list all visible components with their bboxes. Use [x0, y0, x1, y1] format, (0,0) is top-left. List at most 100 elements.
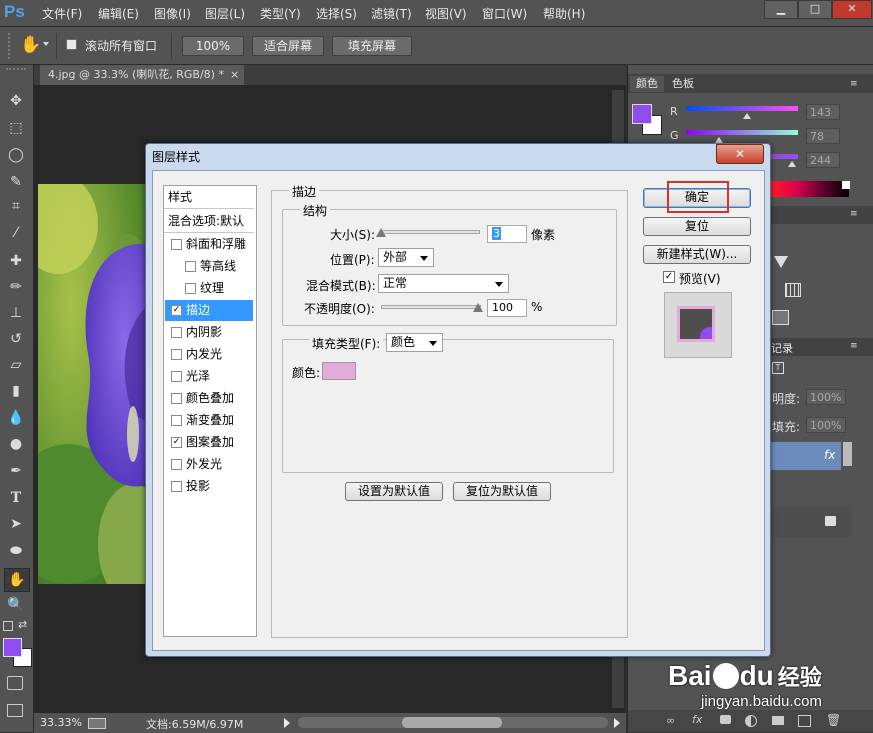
style-checkbox[interactable] — [185, 261, 196, 272]
reset-button[interactable]: 复位 — [643, 217, 751, 236]
style-checkbox[interactable] — [171, 481, 182, 492]
default-colors-icon[interactable] — [3, 621, 13, 631]
quick-mask-icon[interactable] — [7, 676, 23, 690]
blend-mode-select[interactable]: 正常 — [378, 274, 509, 293]
menu-item[interactable]: 图像(I) — [154, 5, 191, 22]
r-slider-handle[interactable] — [743, 113, 751, 119]
menu-item[interactable]: 选择(S) — [316, 5, 357, 22]
stamp-tool-icon[interactable]: ⊥ — [4, 302, 28, 324]
lock-pixels-icon[interactable]: T — [772, 362, 784, 374]
scroll-all-windows-checkbox[interactable] — [66, 39, 77, 50]
style-list-item[interactable]: 斜面和浮雕 — [165, 234, 253, 255]
new-layer-icon[interactable] — [798, 715, 811, 727]
move-tool-icon[interactable]: ✥ — [4, 90, 28, 112]
adjustment-channel-mixer-icon[interactable] — [785, 283, 801, 297]
hand-tool-icon[interactable]: ✋ — [4, 568, 30, 592]
style-list-item[interactable]: 内发光 — [165, 344, 253, 365]
minimize-button[interactable]: ▁ — [764, 0, 798, 19]
style-list-item[interactable]: 等高线 — [165, 256, 253, 277]
status-share-icon[interactable] — [88, 718, 106, 729]
fill-type-select[interactable]: 颜色 — [386, 333, 443, 352]
preview-checkbox[interactable]: ✓ — [663, 271, 675, 283]
link-layers-icon[interactable]: ∞ — [666, 714, 675, 727]
menu-item[interactable]: 编辑(E) — [98, 5, 139, 22]
menu-item[interactable]: 图层(L) — [205, 5, 245, 22]
type-tool-icon[interactable]: T — [4, 487, 28, 509]
eyedropper-tool-icon[interactable]: ⁄ — [4, 222, 28, 244]
g-channel-slider[interactable] — [686, 130, 798, 135]
menu-item[interactable]: 窗口(W) — [482, 5, 527, 22]
dodge-tool-icon[interactable]: ● — [4, 433, 28, 455]
size-input[interactable]: 3 — [487, 225, 527, 243]
foreground-color-swatch[interactable] — [3, 638, 22, 657]
style-checkbox[interactable]: ✓ — [171, 305, 182, 316]
layer-opacity-field[interactable]: 100% — [806, 389, 846, 405]
styles-list-header[interactable]: 样式 — [168, 188, 192, 205]
adjustment-levels-icon[interactable] — [774, 256, 788, 268]
menu-item[interactable]: 视图(V) — [425, 5, 467, 22]
screen-mode-icon[interactable] — [7, 704, 23, 717]
add-mask-icon[interactable] — [720, 715, 731, 724]
style-checkbox[interactable] — [171, 327, 182, 338]
panel-foreground-swatch[interactable] — [632, 104, 652, 124]
zoom-tool-icon[interactable]: 🔍 — [4, 594, 28, 616]
reset-default-button[interactable]: 复位为默认值 — [453, 482, 551, 501]
style-checkbox[interactable]: ✓ — [171, 437, 182, 448]
opacity-input[interactable]: 100 — [487, 299, 527, 317]
hand-tool-preset-icon[interactable]: ✋ — [20, 35, 41, 55]
eraser-tool-icon[interactable]: ▱ — [4, 354, 28, 376]
swap-colors-icon[interactable]: ⇄ — [18, 618, 27, 631]
b-channel-slider[interactable] — [769, 154, 798, 159]
set-default-button[interactable]: 设置为默认值 — [345, 482, 443, 501]
adjustment-layer-icon[interactable] — [745, 715, 757, 727]
document-tab[interactable]: 4.jpg @ 33.3% (喇叭花, RGB/8) * × — [40, 65, 244, 85]
style-checkbox[interactable] — [171, 349, 182, 360]
style-list-item[interactable]: ✓ 描边 — [165, 300, 253, 321]
style-checkbox[interactable] — [171, 415, 182, 426]
add-style-icon[interactable]: fx — [692, 713, 702, 726]
color-spectrum-bar[interactable] — [769, 181, 849, 197]
style-list-item[interactable]: 纹理 — [165, 278, 253, 299]
layer-fill-field[interactable]: 100% — [806, 417, 846, 433]
chevron-down-icon[interactable] — [43, 42, 49, 46]
style-checkbox[interactable] — [171, 393, 182, 404]
style-list-item[interactable]: 渐变叠加 — [165, 410, 253, 431]
style-list-item[interactable]: 内阴影 — [165, 322, 253, 343]
quick-selection-tool-icon[interactable]: ✎ — [4, 171, 28, 193]
style-list-item[interactable]: 光泽 — [165, 366, 253, 387]
crop-tool-icon[interactable]: ⌗ — [4, 195, 28, 217]
delete-layer-icon[interactable]: 🗑 — [826, 713, 841, 727]
position-select[interactable]: 外部 — [378, 248, 434, 267]
new-group-icon[interactable] — [772, 716, 784, 725]
fill-screen-button[interactable]: 填充屏幕 — [332, 36, 412, 56]
horizontal-scrollbar-thumb[interactable] — [402, 717, 502, 728]
zoom-100-button[interactable]: 100% — [182, 36, 244, 56]
style-checkbox[interactable] — [171, 371, 182, 382]
r-value-field[interactable]: 143 — [806, 104, 840, 120]
ellipse-tool-icon[interactable]: ⬬ — [4, 540, 28, 562]
path-selection-tool-icon[interactable]: ➤ — [4, 513, 28, 535]
status-menu-arrow-icon[interactable] — [284, 718, 290, 728]
blur-tool-icon[interactable]: 💧 — [4, 407, 28, 429]
adjustment-threshold-icon[interactable] — [772, 310, 789, 325]
panel-menu-icon[interactable]: ≡ — [850, 209, 858, 219]
tab-swatches[interactable]: 色板 — [666, 76, 700, 92]
zoom-level[interactable]: 33.33% — [40, 716, 82, 729]
pen-tool-icon[interactable]: ✒ — [4, 460, 28, 482]
b-slider-handle[interactable] — [788, 161, 796, 167]
brush-tool-icon[interactable]: ✏ — [4, 276, 28, 298]
size-slider-handle[interactable] — [376, 228, 386, 237]
dialog-close-button[interactable]: ✕ — [716, 144, 764, 164]
opacity-slider[interactable] — [381, 305, 481, 309]
gradient-tool-icon[interactable]: ▮ — [4, 380, 28, 402]
close-tab-icon[interactable]: × — [230, 65, 239, 85]
style-checkbox[interactable] — [171, 239, 182, 250]
b-value-field[interactable]: 244 — [806, 152, 840, 168]
style-list-item[interactable]: 外发光 — [165, 454, 253, 475]
layers-scrollbar[interactable] — [843, 442, 852, 466]
tab-history[interactable]: 记录 — [771, 340, 793, 356]
blend-options-item[interactable]: 混合选项:默认 — [168, 212, 244, 229]
panel-menu-icon[interactable]: ≡ — [850, 79, 858, 89]
layer-effects-fx-icon[interactable]: fx — [824, 448, 835, 462]
style-checkbox[interactable] — [171, 459, 182, 470]
